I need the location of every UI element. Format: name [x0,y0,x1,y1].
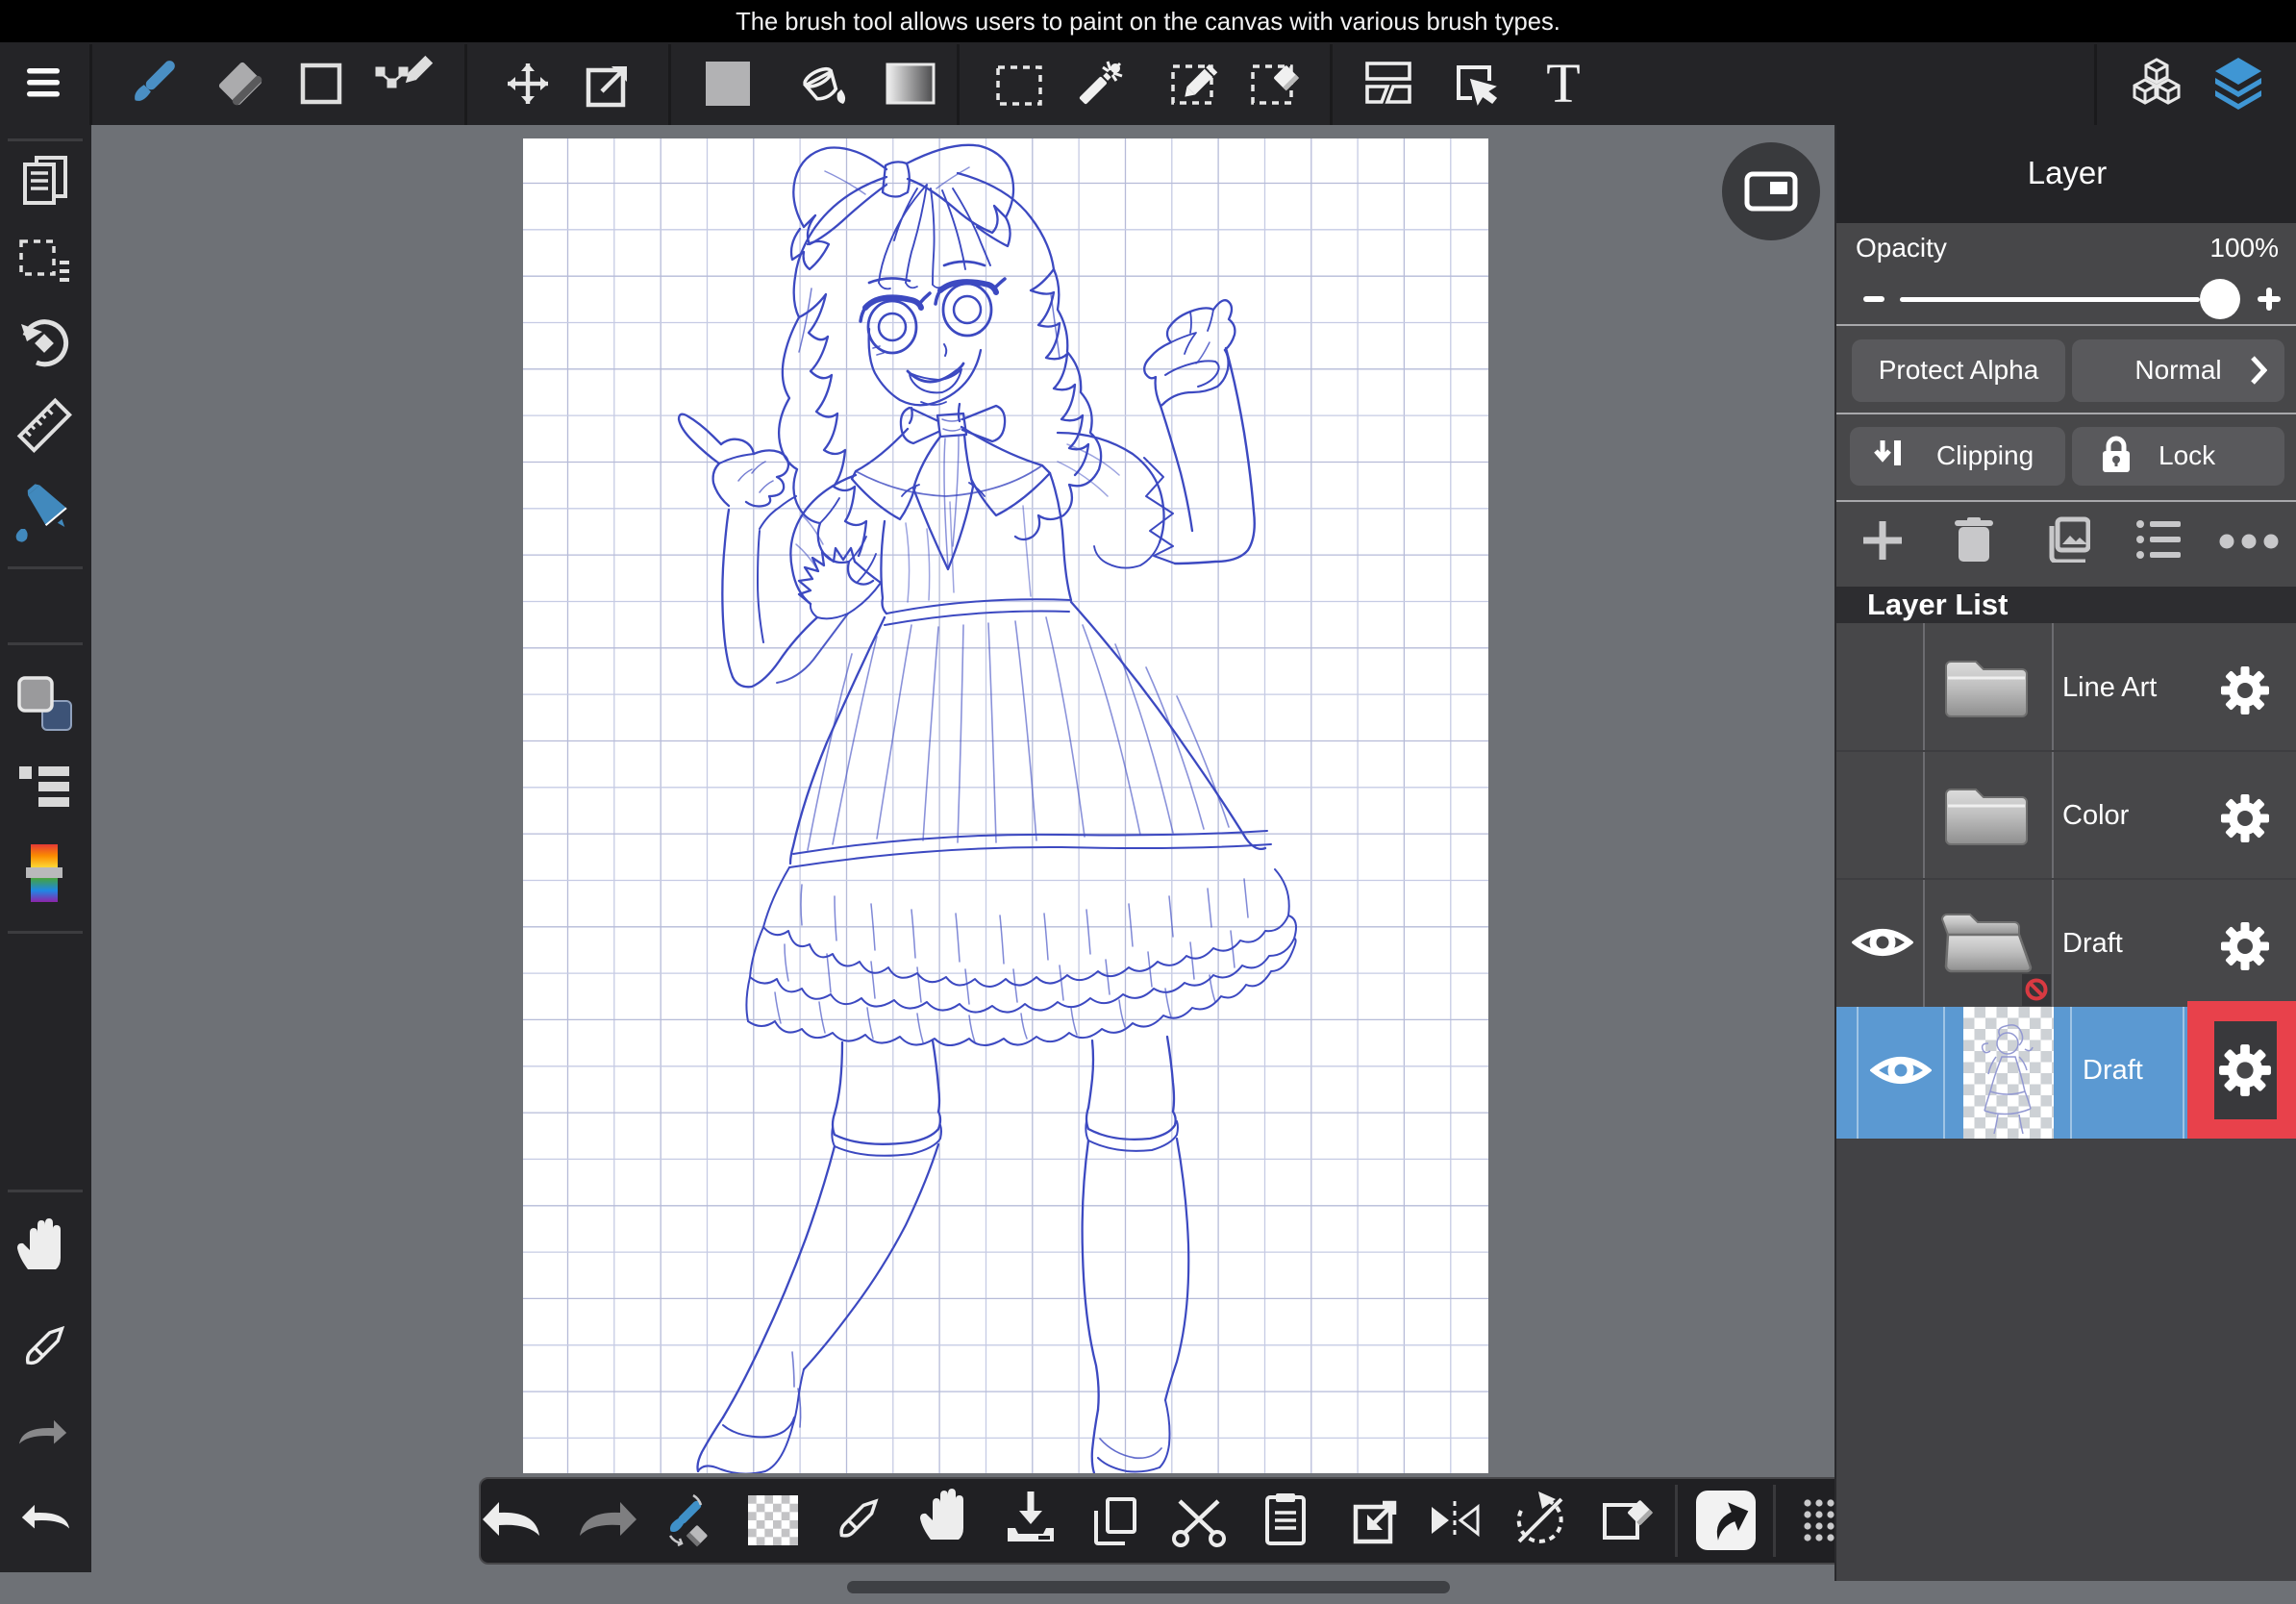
svg-text:T: T [1546,52,1580,114]
